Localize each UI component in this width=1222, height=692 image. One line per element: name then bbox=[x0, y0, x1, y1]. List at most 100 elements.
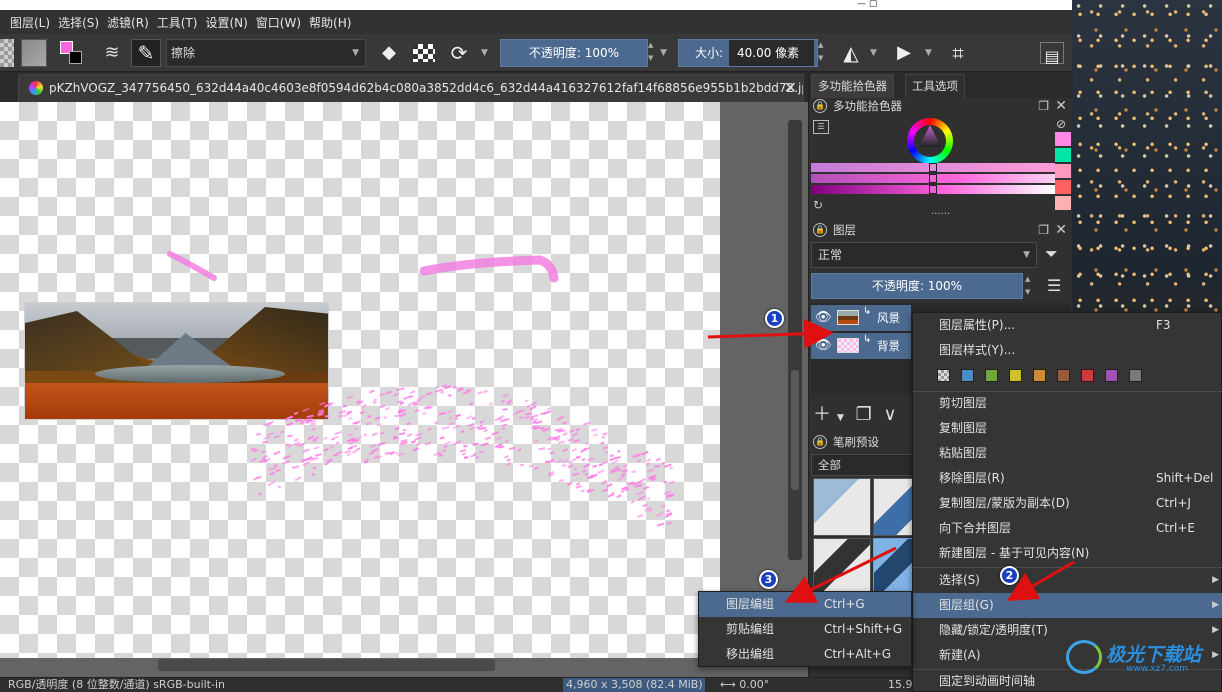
refresh-icon[interactable]: ↻ bbox=[813, 198, 823, 212]
alpha-lock-icon[interactable] bbox=[413, 44, 435, 62]
zoom-info[interactable]: 15.9 bbox=[888, 678, 913, 692]
eye-icon[interactable]: 👁 bbox=[815, 305, 835, 331]
chevron-down-icon[interactable]: ▼ bbox=[481, 39, 493, 67]
canvas-vertical-scrollbar[interactable] bbox=[788, 120, 802, 560]
menu-window[interactable]: 窗口(W) bbox=[252, 14, 305, 31]
menu-item-ungroup[interactable]: 移出编组 Ctrl+Alt+G bbox=[699, 642, 911, 667]
history-color-swatch[interactable] bbox=[1055, 196, 1071, 210]
history-color-swatch[interactable] bbox=[1055, 132, 1071, 146]
brush-preset-ink[interactable] bbox=[813, 538, 871, 596]
lock-icon[interactable]: 🔒 bbox=[813, 223, 827, 237]
menu-help[interactable]: 帮助(H) bbox=[305, 14, 355, 31]
menu-item-select[interactable]: 选择(S) ▶ bbox=[913, 568, 1222, 593]
menu-item-merge-down[interactable]: 向下合并图层 Ctrl+E bbox=[913, 516, 1222, 541]
slider-handle[interactable] bbox=[929, 163, 937, 172]
tab-tool-options[interactable]: 工具选项 bbox=[905, 74, 965, 98]
filter-icon[interactable]: ⏷ bbox=[1045, 244, 1058, 264]
chevron-down-icon[interactable]: ▼ bbox=[870, 39, 882, 67]
docker-icon[interactable]: ▤ bbox=[1040, 42, 1064, 66]
brush-preset-eraser[interactable] bbox=[813, 478, 871, 536]
history-color-swatch[interactable] bbox=[1055, 148, 1071, 162]
menu-settings[interactable]: 设置(N) bbox=[201, 14, 251, 31]
brush-tag-filter[interactable]: 全部 bbox=[811, 454, 915, 476]
slider-handle[interactable] bbox=[929, 174, 937, 183]
spin-arrows-icon[interactable]: ▲ ▼ bbox=[818, 39, 828, 67]
spin-arrows-icon[interactable]: ▲ ▼ bbox=[648, 39, 656, 67]
menu-item-layer-group[interactable]: 图层组(G) ▶ bbox=[913, 593, 1222, 618]
image-size-info: 4,960 x 3,508 (82.4 MiB) bbox=[563, 678, 705, 692]
gradient-icon[interactable] bbox=[21, 39, 47, 67]
label-swatch[interactable] bbox=[1009, 369, 1022, 382]
chevron-down-icon[interactable]: ▼ bbox=[660, 39, 672, 67]
chevron-down-icon[interactable]: ▼ bbox=[925, 39, 937, 67]
menu-select[interactable]: 选择(S) bbox=[54, 14, 103, 31]
mirror-vertical-icon[interactable]: ▶ bbox=[893, 39, 915, 67]
blend-mode-select[interactable]: 擦除 ▼ bbox=[166, 39, 366, 67]
layer-row-landscape[interactable]: 👁 ↳ 风景 bbox=[811, 305, 911, 331]
menu-item-remove-layer[interactable]: 移除图层(R) Shift+Del bbox=[913, 466, 1222, 491]
add-layer-icon[interactable]: ＋ bbox=[813, 404, 831, 425]
brush-options-icon[interactable]: ≋ bbox=[100, 39, 124, 67]
eraser-icon[interactable]: ◆ bbox=[378, 39, 400, 67]
menu-item-clip-group[interactable]: 剪贴编组 Ctrl+Shift+G bbox=[699, 617, 911, 642]
opacity-slider[interactable]: 不透明度: 100% bbox=[500, 39, 648, 67]
menu-filter[interactable]: 滤镜(R) bbox=[103, 14, 153, 31]
menu-icon[interactable]: ☰ bbox=[1047, 276, 1061, 295]
close-icon[interactable]: ✕ bbox=[784, 75, 797, 101]
window-controls[interactable]: — ▢ bbox=[857, 0, 917, 10]
slider-handle[interactable] bbox=[929, 185, 937, 194]
reload-icon[interactable]: ⟳ bbox=[447, 39, 471, 67]
label-swatch[interactable] bbox=[961, 369, 974, 382]
layer-type-icon: ↳ bbox=[863, 306, 872, 317]
lock-icon[interactable]: 🔒 bbox=[813, 99, 827, 113]
menu-item-cut-layer[interactable]: 剪切图层 bbox=[913, 391, 1222, 416]
float-icon[interactable]: ❐ bbox=[1038, 220, 1049, 240]
chevron-down-icon[interactable]: ∨ bbox=[884, 404, 897, 425]
duplicate-layer-icon[interactable]: ❐ bbox=[856, 404, 872, 425]
layer-opacity-slider[interactable]: 不透明度: 100% bbox=[811, 273, 1023, 299]
pattern-icon[interactable] bbox=[0, 39, 14, 67]
size-slider[interactable]: 大小: 40.00 像素 bbox=[678, 39, 818, 67]
menu-item-paste-layer[interactable]: 粘贴图层 bbox=[913, 441, 1222, 466]
mirror-horizontal-icon[interactable]: ◭ bbox=[840, 39, 862, 67]
menu-item-copy-layer[interactable]: 复制图层 bbox=[913, 416, 1222, 441]
close-icon[interactable]: ✕ bbox=[1055, 220, 1067, 240]
tab-color-selector[interactable]: 多功能拾色器 bbox=[811, 74, 894, 98]
size-value[interactable]: 40.00 像素 bbox=[729, 40, 814, 66]
label-swatch[interactable] bbox=[985, 369, 998, 382]
canvas-area[interactable] bbox=[0, 102, 808, 677]
canvas-horizontal-scrollbar[interactable] bbox=[158, 659, 495, 671]
lock-icon[interactable]: 🔒 bbox=[813, 435, 827, 449]
chevron-down-icon[interactable]: ▼ bbox=[837, 413, 844, 423]
label-swatch[interactable] bbox=[1105, 369, 1118, 382]
eye-icon[interactable]: 👁 bbox=[815, 333, 835, 359]
label-swatch[interactable] bbox=[1081, 369, 1094, 382]
history-color-swatch[interactable] bbox=[1055, 164, 1071, 178]
canvas[interactable] bbox=[0, 102, 720, 658]
rotation-info[interactable]: ⟷ 0.00° bbox=[720, 678, 769, 692]
close-icon[interactable]: ✕ bbox=[1055, 96, 1067, 116]
layer-row-background[interactable]: 👁 ↳ 背景 bbox=[811, 333, 911, 359]
brush-preset-icon[interactable]: ✎ bbox=[131, 39, 161, 67]
menu-item-layer-style[interactable]: 图层样式(Y)... bbox=[913, 338, 1222, 363]
menu-item-new-from-visible[interactable]: 新建图层 - 基于可见内容(N) bbox=[913, 541, 1222, 566]
menu-tools[interactable]: 工具(T) bbox=[153, 14, 202, 31]
menu-layer[interactable]: 图层(L) bbox=[6, 14, 54, 31]
more-handle[interactable]: ...... bbox=[931, 206, 950, 217]
history-color-swatch[interactable] bbox=[1055, 180, 1071, 194]
label-swatch[interactable] bbox=[1129, 369, 1142, 382]
float-icon[interactable]: ❐ bbox=[1038, 96, 1049, 116]
no-color-icon[interactable]: ⊘ bbox=[1056, 117, 1066, 131]
menu-item-duplicate-layer[interactable]: 复制图层/蒙版为副本(D) Ctrl+J bbox=[913, 491, 1222, 516]
menu-icon[interactable]: ☰ bbox=[813, 120, 829, 134]
spin-arrows-icon[interactable]: ▲ ▼ bbox=[1025, 273, 1035, 299]
no-label-swatch[interactable] bbox=[937, 369, 950, 382]
layer-blend-select[interactable]: 正常 ▼ bbox=[811, 242, 1037, 268]
menu-item-layer-properties[interactable]: 图层属性(P)... F3 bbox=[913, 313, 1222, 338]
label-swatch[interactable] bbox=[1033, 369, 1046, 382]
menu-item-group-layers[interactable]: 图层编组 Ctrl+G bbox=[699, 592, 911, 617]
crop-icon[interactable]: ⌗ bbox=[945, 39, 971, 67]
color-swap-icon[interactable] bbox=[58, 39, 86, 67]
document-tab[interactable]: pKZhVOGZ_347756450_632d44a40c4603e8f0594… bbox=[18, 74, 804, 102]
label-swatch[interactable] bbox=[1057, 369, 1070, 382]
